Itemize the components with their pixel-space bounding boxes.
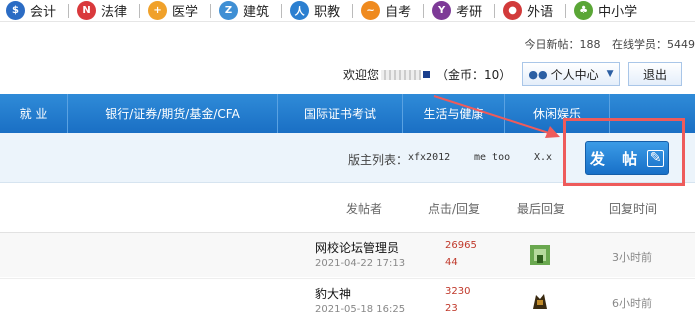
moderator-link[interactable]: me too — [474, 152, 510, 163]
vocational-icon: 人 — [290, 1, 310, 20]
category-link[interactable]: ♣ 中小学 — [574, 0, 643, 22]
category-label: 建筑 — [243, 5, 270, 20]
divider — [565, 3, 567, 18]
moderator-link[interactable]: xfx2012 — [408, 152, 450, 163]
school-icon: ♣ — [574, 1, 594, 20]
user-badge-icon — [423, 71, 431, 78]
avatar[interactable] — [530, 291, 550, 311]
category-label: 医学 — [172, 5, 199, 20]
new-post-button[interactable]: 发 帖 ✎ — [585, 141, 669, 175]
table-row[interactable]: 网校论坛管理员 2021-04-22 17:13 26965 44 3小时前 — [0, 233, 695, 277]
category-label: 外语 — [527, 5, 554, 20]
category-label: 职教 — [314, 5, 341, 20]
divider — [423, 3, 425, 18]
medical-icon: + — [148, 1, 168, 20]
category-link[interactable]: Z 建筑 — [219, 0, 275, 22]
category-label: 中小学 — [598, 5, 638, 20]
divider — [68, 3, 70, 18]
category-label: 考研 — [456, 5, 483, 20]
col-last-reply: 最后回复 — [517, 202, 566, 216]
today-posts: 今日新帖：188 — [524, 38, 601, 51]
col-reply-time: 回复时间 — [609, 202, 658, 216]
post-date: 2021-05-18 16:25 — [315, 304, 406, 315]
accounting-icon: $ — [6, 1, 25, 20]
category-label: 自考 — [385, 5, 412, 20]
category-label: 会计 — [30, 5, 57, 20]
language-icon: ● — [503, 1, 523, 20]
category-link[interactable]: N 法律 — [77, 0, 133, 22]
welcome-text: 欢迎您 — [343, 68, 380, 82]
graduate-icon: Y — [432, 1, 452, 20]
reply-time: 6小时前 — [612, 297, 652, 310]
divider — [281, 3, 283, 18]
construction-icon: Z — [219, 1, 239, 20]
moderator-label: 版主列表： — [348, 153, 409, 167]
reply-time: 3小时前 — [612, 251, 652, 264]
nav-health[interactable]: 生活与健康 — [403, 94, 505, 133]
category-link[interactable]: + 医学 — [148, 0, 204, 22]
nav-intl-certs[interactable]: 国际证书考试 — [278, 94, 403, 133]
self-study-icon: ~ — [361, 1, 381, 20]
divider — [494, 3, 496, 18]
new-post-label: 发 帖 — [589, 149, 644, 168]
click-count: 26965 — [445, 240, 477, 251]
users-icon: ●● — [528, 67, 548, 81]
user-center-label: 个人中心 — [550, 67, 599, 82]
table-row[interactable]: 豹大神 2021-05-18 16:25 3230 23 6小时前 — [0, 278, 695, 322]
avatar[interactable] — [530, 245, 550, 265]
site-stats: 今日新帖：188 在线学员：5449 — [517, 36, 695, 52]
coin-count: （金币：10） — [436, 68, 512, 82]
reply-count: 23 — [445, 303, 458, 314]
divider — [352, 3, 354, 18]
divider — [210, 3, 212, 18]
category-label: 法律 — [101, 5, 128, 20]
nav-employment[interactable]: 就 业 — [0, 94, 68, 133]
category-link[interactable]: ~ 自考 — [361, 0, 417, 22]
category-link[interactable]: 人职教 — [290, 0, 346, 22]
reply-count: 44 — [445, 257, 458, 268]
nav-finance[interactable]: 银行/证券/期货/基金/CFA — [68, 94, 278, 133]
welcome-bar: 欢迎您 （金币：10） — [343, 66, 511, 83]
law-icon: N — [77, 1, 97, 20]
online-users: 在线学员：5449 — [612, 38, 695, 51]
post-date: 2021-04-22 17:13 — [315, 258, 406, 269]
category-link[interactable]: $ 会计 — [6, 0, 62, 22]
username-blurred — [381, 69, 422, 80]
category-nav: $ 会计 N 法律 + 医学 Z 建筑 人职教 ~ 自考 Y 考研 ● 外语 ♣ 中小学 — [0, 0, 695, 22]
chevron-down-icon: ▼ — [606, 69, 614, 79]
divider — [139, 3, 141, 18]
category-link[interactable]: ● 外语 — [503, 0, 559, 22]
edit-icon: ✎ — [647, 149, 665, 167]
click-count: 3230 — [445, 286, 471, 297]
post-author[interactable]: 网校论坛管理员 — [315, 239, 399, 256]
post-author[interactable]: 豹大神 — [315, 285, 351, 302]
col-clicks-replies: 点击/回复 — [428, 202, 481, 216]
col-author: 发帖者 — [346, 202, 383, 216]
moderator-link[interactable]: X.x — [534, 152, 552, 163]
category-link[interactable]: Y 考研 — [432, 0, 488, 22]
user-center-button[interactable]: ●● 个人中心 ▼ — [522, 62, 620, 86]
logout-button[interactable]: 退出 — [628, 62, 682, 86]
